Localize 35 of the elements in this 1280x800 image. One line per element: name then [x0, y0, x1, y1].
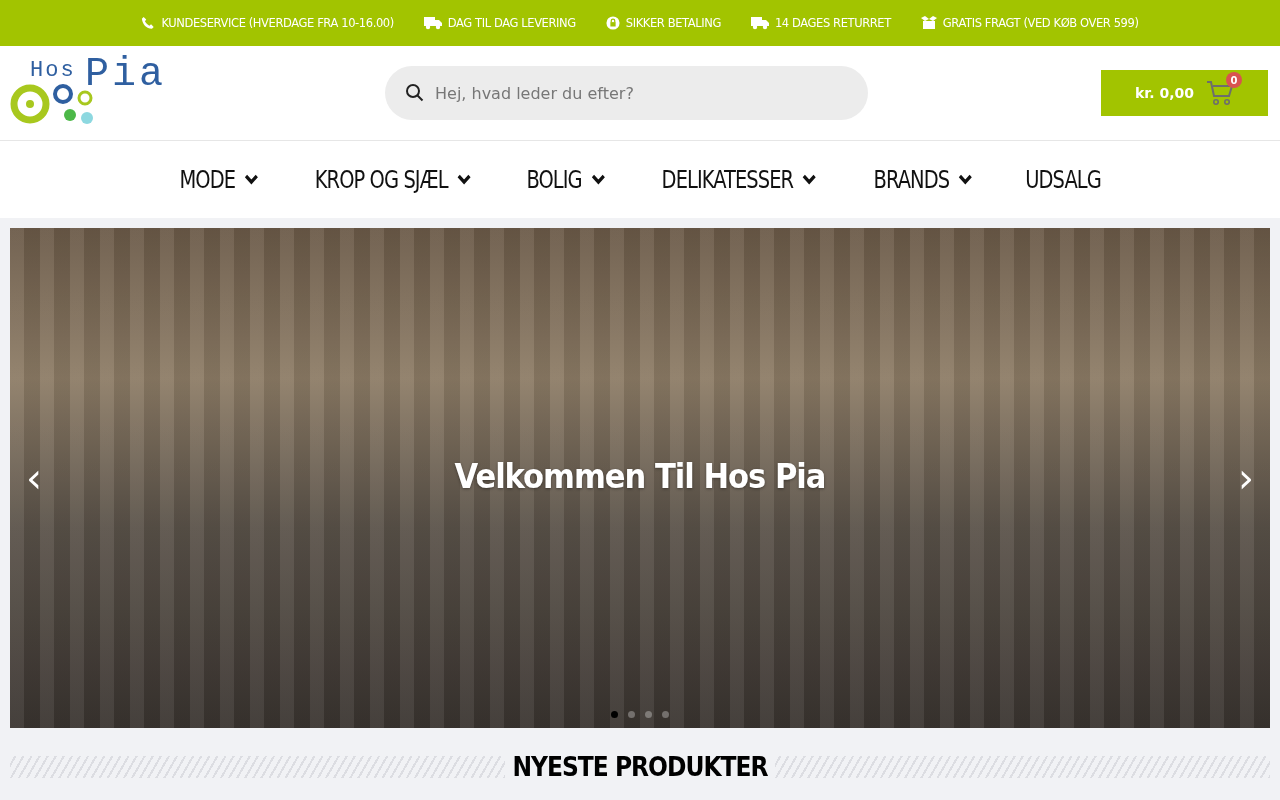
- slide-dot[interactable]: [611, 711, 618, 718]
- cart-button[interactable]: kr. 0,00 0: [1101, 70, 1268, 116]
- truck-icon: [750, 16, 769, 30]
- section-heading: NYESTE PRODUKTER: [512, 752, 768, 782]
- info-text: KUNDESERVICE (HVERDAGE FRA 10-16.00): [161, 16, 394, 30]
- chevron-down-icon: [591, 174, 606, 185]
- box-icon: [920, 16, 937, 30]
- info-text: DAG TIL DAG LEVERING: [447, 16, 576, 30]
- chevron-down-icon: [456, 174, 471, 185]
- info-text: GRATIS FRAGT (VED KØB OVER 599): [942, 16, 1139, 30]
- phone-icon: [141, 16, 156, 30]
- chevron-down-icon: [243, 174, 259, 185]
- slide-dot[interactable]: [628, 711, 635, 718]
- info-text: 14 DAGES RETURRET: [774, 16, 891, 30]
- nav-link[interactable]: BOLIG: [526, 165, 606, 194]
- chevron-down-icon: [802, 174, 817, 185]
- cart-count-badge: 0: [1225, 72, 1242, 88]
- slide-dot[interactable]: [662, 711, 669, 718]
- next-slide-button[interactable]: ›: [1232, 460, 1260, 496]
- slide-dot[interactable]: [645, 711, 652, 718]
- logo-text: Pia: [85, 52, 166, 97]
- lock-icon: [605, 16, 620, 30]
- nav-link[interactable]: KROP OG SJÆL: [314, 165, 471, 194]
- search-field[interactable]: Hej, hvad leder du efter?: [385, 66, 868, 120]
- info-text: SIKKER BETALING: [625, 16, 721, 30]
- nav-link[interactable]: MODE: [179, 165, 259, 194]
- chevron-down-icon: [958, 174, 973, 185]
- hero-heading: Velkommen Til Hos Pia: [454, 456, 826, 496]
- logo-text: Hos: [30, 58, 76, 83]
- nav-link[interactable]: UDSALG: [1025, 165, 1102, 194]
- truck-icon: [423, 16, 442, 30]
- nav-link[interactable]: BRANDS: [873, 165, 973, 194]
- search-icon: [405, 83, 425, 103]
- previous-slide-button[interactable]: ‹: [20, 460, 48, 496]
- nav-link[interactable]: DELIKATESSER: [661, 165, 817, 194]
